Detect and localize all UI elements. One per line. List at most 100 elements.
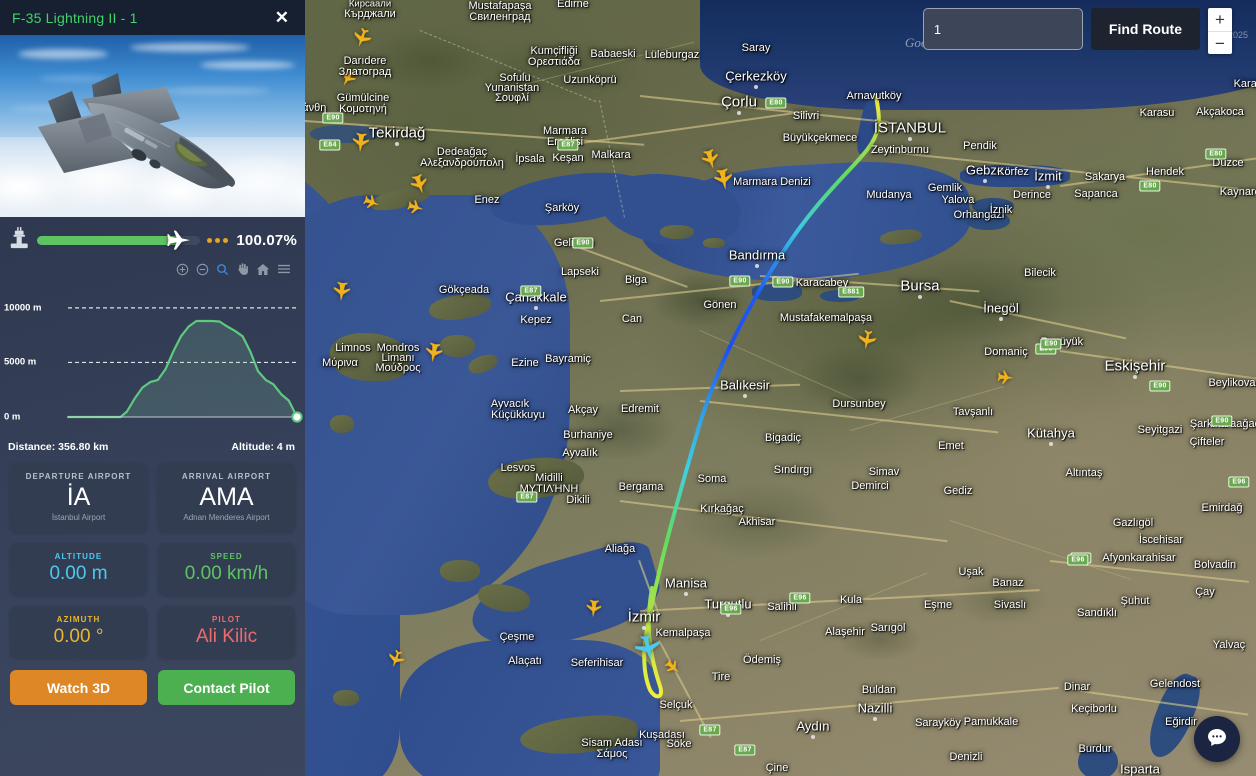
highway-badge: E87: [734, 744, 756, 756]
highway-badge: E90: [1211, 415, 1233, 427]
panel-header: F-35 Lightning II - 1 ✕: [0, 0, 305, 35]
island-small-1: [440, 335, 475, 357]
altitude-chart-svg: [66, 307, 303, 423]
highway-badge: E96: [720, 603, 742, 615]
chart-current-point: [291, 411, 303, 423]
chat-button[interactable]: [1194, 716, 1240, 762]
pilot-card-label: PILOT: [211, 615, 242, 625]
highway-badge: E90: [322, 112, 344, 124]
map-city-dot: [873, 717, 877, 721]
home-icon[interactable]: [256, 263, 270, 276]
flight-tracker-app: Кърджали Кирсаали Mustafapaşa Свиленград Edi…: [0, 0, 1256, 776]
highway-badge: E87: [516, 491, 538, 503]
watch-3d-button[interactable]: Watch 3D: [10, 670, 147, 706]
aircraft-photo: [0, 35, 305, 217]
departure-airport-card: DEPARTURE AIRPORT İA İstanbul Airport: [10, 463, 147, 533]
chart-y-tick: 0 m: [4, 411, 21, 423]
altitude-card-value: 0.00 m: [49, 563, 108, 585]
highway-badge: E96: [1067, 554, 1089, 566]
highway-badge: E90: [729, 275, 751, 287]
island-avsa: [703, 238, 725, 248]
highway-badge: E90: [572, 237, 594, 249]
find-route-button[interactable]: Find Route: [1090, 8, 1200, 50]
zoom-in-button[interactable]: +: [1208, 8, 1232, 31]
highway-badge: E84: [319, 139, 341, 151]
gulf-of-kusadasi: [400, 640, 660, 776]
zoom-out-icon[interactable]: [196, 263, 209, 276]
zoom-out-button[interactable]: −: [1208, 31, 1232, 54]
map-city-dot: [908, 137, 912, 141]
chart-stats: Distance: 356.80 km Altitude: 4 m: [0, 439, 305, 453]
magnifier-icon[interactable]: [216, 263, 229, 276]
highway-badge: E87: [557, 139, 579, 151]
progress-dot: [223, 238, 228, 243]
altitude-profile-chart[interactable]: 0 m 5000 m 10000 m: [0, 279, 305, 439]
altitude-card: ALTITUDE 0.00 m: [10, 543, 147, 596]
azimuth-card-value: 0.00 °: [53, 626, 104, 648]
jet-marker-icon[interactable]: [854, 327, 879, 352]
zoom-controls: + −: [1208, 8, 1232, 54]
lake-iznik: [966, 212, 1010, 230]
map-city-dot: [918, 295, 922, 299]
altitude-label: Altitude: 4 m: [231, 441, 295, 453]
arrival-airport-name: Adnan Menderes Airport: [183, 513, 270, 523]
highway-badge: E90: [1149, 380, 1171, 392]
map-city-dot: [999, 317, 1003, 321]
f35-jet-illustration: [20, 61, 290, 216]
zoom-in-icon[interactable]: [176, 263, 189, 276]
current-aircraft-marker[interactable]: [630, 630, 666, 666]
map-city-dot: [754, 85, 758, 89]
highway-badge: E80: [1205, 148, 1227, 160]
highway-badge: E87: [699, 724, 721, 736]
airplane-icon: [166, 228, 192, 254]
progress-dot: [207, 238, 212, 243]
highway-badge: E80: [1139, 180, 1161, 192]
highway-badge: E881: [838, 286, 864, 298]
map-city-dot: [737, 111, 741, 115]
progress-bar[interactable]: [37, 230, 200, 250]
azimuth-card: AZIMUTH 0.00 °: [10, 606, 147, 659]
speed-card-value: 0.00 km/h: [184, 563, 269, 585]
highway-badge: E80: [765, 97, 787, 109]
map-controls: Find Route + −: [922, 8, 1232, 54]
pan-hand-icon[interactable]: [236, 262, 249, 276]
map-city-dot: [1046, 185, 1050, 189]
chart-y-tick: 5000 m: [4, 356, 37, 368]
lake-burdur: [1078, 745, 1118, 776]
highway-badge: E90: [1040, 338, 1062, 350]
speed-card: SPEED 0.00 km/h: [158, 543, 295, 596]
panel-actions: Watch 3D Contact Pilot: [0, 669, 305, 706]
flight-detail-panel: F-35 Lightning II - 1 ✕ 100.07% 0 m 5000…: [0, 0, 305, 776]
control-tower-icon: [8, 226, 30, 255]
map-city-dot: [1133, 375, 1137, 379]
page-title: F-35 Lightning II - 1: [12, 9, 138, 26]
pilot-card: PILOT Ali Kilic: [158, 606, 295, 659]
departure-airport-code: İA: [66, 483, 91, 511]
pilot-card-value: Ali Kilic: [195, 626, 258, 648]
chart-y-tick: 10000 m: [4, 302, 42, 314]
contact-pilot-button[interactable]: Contact Pilot: [158, 670, 295, 706]
map-city-dot: [534, 306, 538, 310]
map-city-dot: [642, 626, 646, 630]
telemetry-card-row-2: AZIMUTH 0.00 ° PILOT Ali Kilic: [10, 606, 295, 659]
chart-toolbar: [0, 262, 305, 279]
airport-card-row: DEPARTURE AIRPORT İA İstanbul Airport AR…: [10, 463, 295, 533]
azimuth-card-label: AZIMUTH: [56, 615, 101, 625]
highway-badge: E96: [789, 592, 811, 604]
progress-dots: [207, 238, 228, 243]
chat-bubble-icon: [1205, 726, 1229, 753]
arrival-airport-code: AMA: [199, 483, 254, 511]
menu-icon[interactable]: [277, 263, 291, 275]
info-cards: DEPARTURE AIRPORT İA İstanbul Airport AR…: [0, 453, 305, 659]
departure-airport-name: İstanbul Airport: [51, 513, 106, 523]
highway-badge: E96: [1228, 476, 1250, 488]
route-search-input[interactable]: [922, 8, 1083, 50]
island-small-3: [330, 415, 354, 433]
close-icon[interactable]: ✕: [273, 7, 291, 28]
arrival-airport-card: ARRIVAL AIRPORT AMA Adnan Menderes Airpo…: [158, 463, 295, 533]
map-city-dot: [395, 142, 399, 146]
progress-percentage: 100.07%: [236, 232, 297, 249]
speed-card-label: SPEED: [210, 552, 243, 562]
flight-progress: 100.07%: [0, 217, 305, 262]
progress-dot: [215, 238, 220, 243]
